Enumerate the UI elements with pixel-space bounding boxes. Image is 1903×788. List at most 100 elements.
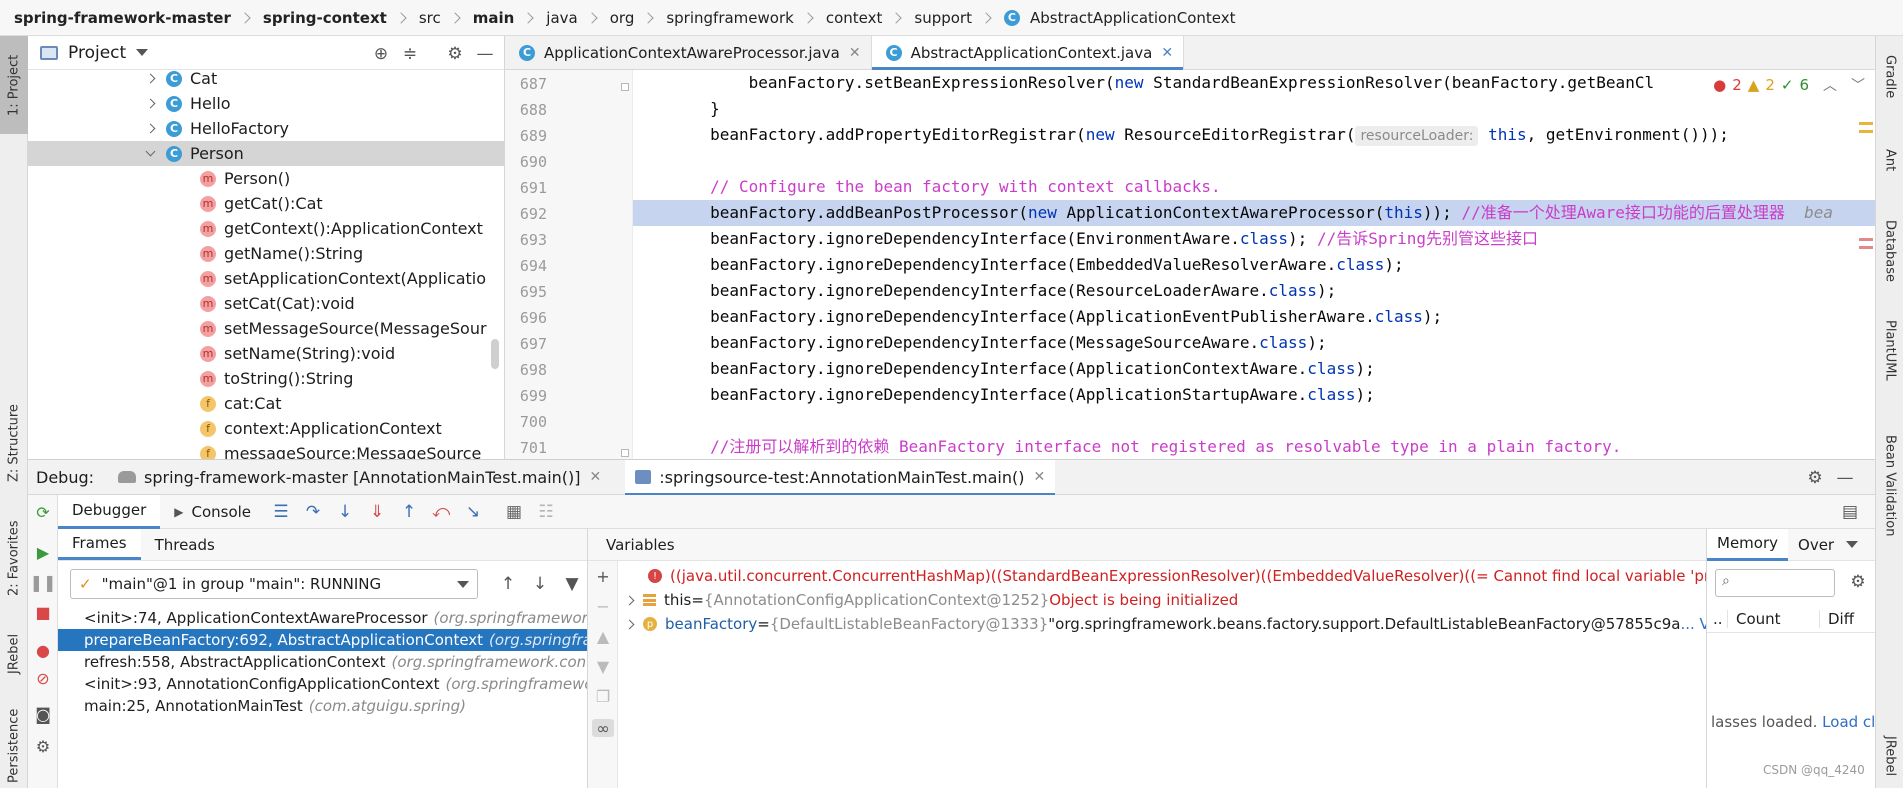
resume-icon[interactable]: ▶ bbox=[34, 543, 52, 562]
tab-overhead[interactable]: Over bbox=[1788, 529, 1844, 561]
warning-stripe[interactable] bbox=[1859, 130, 1873, 133]
tool-tab-favorites[interactable]: 2: Favorites bbox=[0, 511, 28, 606]
collapse-all-icon[interactable]: ≑ bbox=[401, 45, 419, 63]
breadcrumb-item[interactable]: spring-context bbox=[263, 9, 387, 27]
tree-item-class[interactable]: C HelloFactory bbox=[28, 116, 504, 141]
expand-arrow-icon[interactable] bbox=[624, 619, 635, 629]
tool-tab-jrebel[interactable]: JRebel bbox=[0, 621, 28, 686]
breadcrumb-item[interactable]: support bbox=[914, 9, 972, 27]
move-up-icon[interactable]: ▲ bbox=[594, 627, 612, 646]
scrollbar[interactable] bbox=[491, 339, 499, 369]
evaluate-expression-icon[interactable]: ▦ bbox=[503, 501, 525, 523]
line-number-gutter[interactable]: 687 688 689 690 691 692 693 694 695 696 … bbox=[505, 70, 633, 459]
trace-icon[interactable]: ☷ bbox=[535, 501, 557, 523]
column-header-class[interactable]: .. bbox=[1707, 610, 1727, 628]
tree-item-method[interactable]: m getName():String bbox=[28, 241, 504, 266]
editor-tab[interactable]: C ApplicationContextAwareProcessor.java … bbox=[505, 36, 872, 69]
tab-debugger[interactable]: Debugger bbox=[58, 494, 161, 529]
chevron-up-icon[interactable]: ︿ bbox=[1823, 75, 1837, 95]
gear-icon[interactable]: ⚙ bbox=[446, 45, 464, 63]
drop-frame-icon[interactable]: ⤺ bbox=[430, 501, 452, 523]
move-down-icon[interactable]: ▼ bbox=[594, 657, 612, 676]
breadcrumb-item[interactable]: context bbox=[826, 9, 883, 27]
tree-item-class[interactable]: C Hello bbox=[28, 91, 504, 116]
tree-item-class[interactable]: C Cat bbox=[28, 66, 504, 91]
breadcrumb-item[interactable]: src bbox=[419, 9, 441, 27]
chevron-down-icon[interactable] bbox=[145, 146, 156, 157]
memory-search-input[interactable]: ⌕ bbox=[1715, 569, 1835, 597]
pause-icon[interactable]: ❚❚ bbox=[30, 573, 57, 592]
stack-frame-row[interactable]: <init>:74, ApplicationContextAwareProces… bbox=[58, 607, 587, 629]
step-out-icon[interactable]: ↑ bbox=[398, 501, 420, 523]
chevron-down-icon[interactable] bbox=[136, 49, 149, 56]
arrow-up-icon[interactable]: ↑ bbox=[497, 573, 519, 595]
tree-item-class[interactable]: C Person bbox=[28, 141, 504, 166]
tree-item-method[interactable]: m setMessageSource(MessageSour bbox=[28, 316, 504, 341]
editor-tab[interactable]: C AbstractApplicationContext.java ✕ bbox=[871, 36, 1185, 70]
view-breakpoints-icon[interactable]: ● bbox=[34, 641, 52, 660]
tree-item-field[interactable]: f messageSource:MessageSource bbox=[28, 441, 504, 459]
variable-row[interactable]: ! ((java.util.concurrent.ConcurrentHashM… bbox=[648, 564, 1706, 588]
breadcrumb-item[interactable]: springframework bbox=[666, 9, 793, 27]
stack-frame-row[interactable]: prepareBeanFactory:692, AbstractApplicat… bbox=[58, 629, 587, 651]
variable-row[interactable]: p beanFactory = {DefaultListableBeanFact… bbox=[624, 612, 1706, 636]
mute-breakpoints-icon[interactable]: ⊘ bbox=[34, 669, 52, 688]
fold-marker-icon[interactable] bbox=[621, 449, 629, 457]
breadcrumb-item[interactable]: java bbox=[546, 9, 577, 27]
tree-item-method[interactable]: m toString():String bbox=[28, 366, 504, 391]
tree-item-method[interactable]: m setCat(Cat):void bbox=[28, 291, 504, 316]
close-icon[interactable]: ✕ bbox=[1033, 469, 1045, 485]
breadcrumb-item[interactable]: main bbox=[473, 9, 515, 27]
close-icon[interactable]: ✕ bbox=[849, 45, 861, 61]
minimize-icon[interactable]: — bbox=[1836, 469, 1854, 487]
run-to-cursor-icon[interactable]: ↘ bbox=[462, 501, 484, 523]
expand-arrow-icon[interactable] bbox=[624, 595, 635, 605]
restore-layout-icon[interactable]: ▤ bbox=[1839, 501, 1861, 523]
tree-item-method[interactable]: m setName(String):void bbox=[28, 341, 504, 366]
tool-tab-gradle[interactable]: Gradle bbox=[1876, 42, 1903, 112]
stack-frame-row[interactable]: <init>:93, AnnotationConfigApplicationCo… bbox=[58, 673, 587, 695]
stop-icon[interactable]: ■ bbox=[34, 603, 52, 622]
copy-icon[interactable]: ❐ bbox=[594, 687, 612, 706]
arrow-down-icon[interactable]: ↓ bbox=[529, 573, 551, 595]
tool-tab-database[interactable]: Database bbox=[1876, 196, 1903, 306]
tool-tab-plantuml[interactable]: PlantUML bbox=[1876, 298, 1903, 403]
filter-icon[interactable]: ▼ bbox=[561, 573, 583, 595]
camera-icon[interactable]: ◙ bbox=[34, 705, 52, 724]
stack-frame-row[interactable]: main:25, AnnotationMainTest (com.atguigu.… bbox=[58, 695, 587, 717]
tree-item-method[interactable]: m setApplicationContext(Applicatio bbox=[28, 266, 504, 291]
close-icon[interactable]: ✕ bbox=[1161, 45, 1173, 61]
gear-icon[interactable]: ⚙ bbox=[1849, 573, 1867, 591]
stack-frame-row[interactable]: refresh:558, AbstractApplicationContext (… bbox=[58, 651, 587, 673]
debug-session-tab[interactable]: spring-framework-master [AnnotationMainT… bbox=[108, 460, 611, 495]
code-editor[interactable]: 687 688 689 690 691 692 693 694 695 696 … bbox=[505, 70, 1875, 459]
thread-dropdown[interactable]: ✓ "main"@1 in group "main": RUNNING bbox=[70, 569, 478, 599]
step-into-icon[interactable]: ↓ bbox=[334, 501, 356, 523]
step-over-icon[interactable]: ↷ bbox=[302, 501, 324, 523]
tab-memory[interactable]: Memory bbox=[1707, 529, 1789, 561]
view-link[interactable]: ... View bbox=[1680, 615, 1706, 633]
minimize-icon[interactable]: — bbox=[476, 45, 494, 63]
chevron-right-icon[interactable] bbox=[145, 98, 156, 109]
project-title[interactable]: Project bbox=[68, 43, 126, 63]
chevron-down-icon[interactable]: ﹀ bbox=[1851, 75, 1865, 95]
load-classes-link[interactable]: Load cla bbox=[1822, 713, 1875, 731]
remove-watch-icon[interactable]: − bbox=[594, 597, 612, 616]
tree-item-method[interactable]: m getCat():Cat bbox=[28, 191, 504, 216]
chevron-down-icon[interactable] bbox=[1846, 541, 1859, 548]
add-watch-icon[interactable]: + bbox=[594, 567, 612, 586]
gear-icon[interactable]: ⚙ bbox=[1806, 469, 1824, 487]
tab-threads[interactable]: Threads bbox=[141, 529, 229, 560]
breadcrumb-item[interactable]: spring-framework-master bbox=[14, 9, 231, 27]
warning-stripe[interactable] bbox=[1859, 122, 1873, 125]
error-stripe[interactable] bbox=[1859, 238, 1873, 241]
tool-tab-bean-validation[interactable]: Bean Validation bbox=[1876, 411, 1903, 561]
tool-tab-jrebel-right[interactable]: JRebel bbox=[1876, 726, 1903, 786]
fold-marker-icon[interactable] bbox=[621, 83, 629, 91]
tool-tab-structure[interactable]: Z: Structure bbox=[0, 388, 28, 498]
tree-item-field[interactable]: f cat:Cat bbox=[28, 391, 504, 416]
column-header-count[interactable]: Count bbox=[1727, 609, 1819, 628]
breadcrumb-item[interactable]: org bbox=[610, 9, 635, 27]
gear-icon[interactable]: ⚙ bbox=[34, 737, 52, 756]
tab-console[interactable]: ▶ Console bbox=[160, 495, 265, 529]
